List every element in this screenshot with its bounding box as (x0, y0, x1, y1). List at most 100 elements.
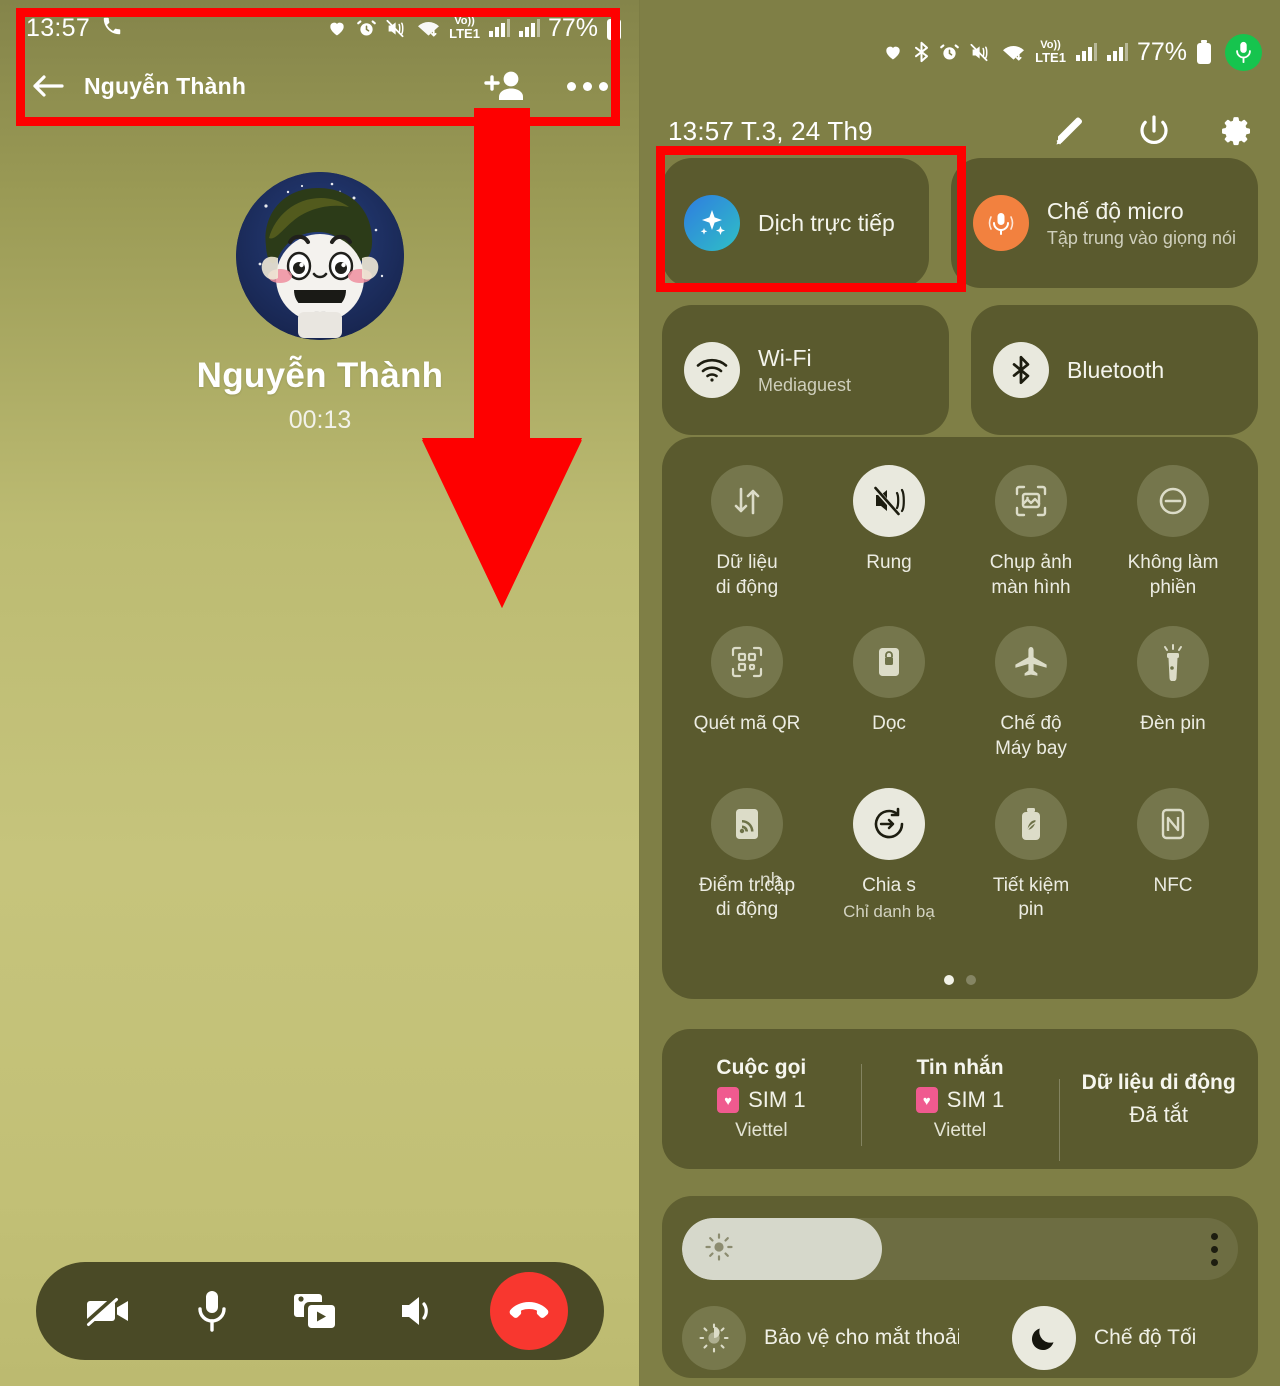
rotation-lock-icon (853, 626, 925, 699)
sim-value-row: ♥ SIM 1 (915, 1087, 1005, 1113)
tile-subtitle: Mediaguest (758, 374, 852, 395)
wifi-icon (684, 342, 740, 398)
tile-title: Chế độ micro (1046, 197, 1184, 224)
right-phone-quick-settings: Vo)) LTE1 77% 13:57 T.3, 24 Th9 Dịch trự… (640, 0, 1280, 1386)
qs-label: Quét mã QR (693, 713, 801, 735)
sim-value: Đã tắt (1129, 1101, 1189, 1127)
qs-vibrate[interactable]: Rung (818, 465, 960, 600)
power-icon[interactable] (1134, 111, 1174, 151)
qs-airplane-mode[interactable]: Chế độ Máy bay (960, 626, 1102, 761)
sim-value: SIM 1 (748, 1087, 806, 1112)
qs-mobile-data[interactable]: Dữ liệu di động (676, 465, 818, 600)
mute-vibrate-icon (853, 465, 925, 537)
qs-label: Rung (866, 552, 912, 573)
nfc-icon (1137, 787, 1209, 860)
qr-code-icon (711, 626, 783, 699)
share-media-icon[interactable] (284, 1280, 346, 1342)
sim-operator: Viettel (933, 1120, 987, 1141)
qs-screenshot[interactable]: Chụp ảnh màn hình (960, 465, 1102, 600)
qs-hotspot[interactable]: Điểm tr.cập di động (676, 787, 818, 923)
qs-qr-scan[interactable]: Quét mã QR (676, 626, 818, 761)
qs-label: Chế độ Máy bay (995, 713, 1067, 760)
brightness-slider[interactable] (682, 1218, 1238, 1280)
tile-wifi[interactable]: Wi-Fi Mediaguest (662, 305, 949, 435)
eye-comfort-sun-icon (682, 1306, 746, 1370)
gear-icon[interactable] (1218, 111, 1258, 151)
sim-mobile-data[interactable]: Dữ liệu di động Đã tắt (1059, 1071, 1258, 1161)
highlight-live-translate (656, 146, 966, 292)
sim-operator: Viettel (735, 1120, 788, 1141)
battery-leaf-icon (995, 787, 1067, 860)
brightness-sun-icon (704, 1232, 734, 1267)
sim-value-row: ♥ SIM 1 (717, 1087, 806, 1113)
airplane-icon (995, 626, 1067, 699)
sim-value: SIM 1 (946, 1087, 1005, 1112)
qs-label: NFC (1153, 874, 1193, 896)
alarm-icon (939, 42, 960, 63)
bottom-toggle-row: Bảo vệ cho mắt thoải ma Chế độ Tối (682, 1306, 1238, 1370)
speaker-icon[interactable] (387, 1280, 449, 1342)
left-phone-call-screen: 13:57 Vo)) LTE1 77% Nguyễn Thành Nguyễn … (0, 0, 640, 1386)
avatar (236, 172, 404, 340)
qs-do-not-disturb[interactable]: Không làm phiền (1102, 465, 1244, 600)
qs-label: Tiết kiệm pin (992, 874, 1070, 921)
microphone-icon (972, 195, 1029, 251)
sim-badge-icon: ♥ (915, 1087, 938, 1113)
screenshot-stage: 13:57 Vo)) LTE1 77% Nguyễn Thành Nguyễn … (0, 0, 1280, 1386)
qs-sublabel: Chỉ danh bạ (843, 902, 935, 922)
tile-bluetooth[interactable]: Bluetooth (971, 305, 1258, 435)
edit-pencil-icon[interactable] (1050, 111, 1090, 151)
qs-label: Không làm phiền (1127, 552, 1219, 598)
flashlight-icon (1137, 626, 1209, 699)
wifi-icon (1001, 42, 1026, 63)
qs-label: Dọc (872, 713, 906, 735)
battery-icon (1196, 40, 1212, 64)
sim-messages[interactable]: Tin nhắn ♥ SIM 1 Viettel (860, 1056, 1060, 1146)
sim-badge-icon: ♥ (717, 1087, 740, 1113)
qs-rotation-lock[interactable]: Dọc (818, 626, 960, 761)
quick-share-icon (853, 787, 925, 860)
tile-title: Bluetooth (1067, 356, 1165, 383)
hotspot-icon (711, 787, 783, 860)
data-transfer-icon (711, 465, 783, 537)
sim-status-panel: Cuộc gọi ♥ SIM 1 Viettel Tin nhắn ♥ SIM … (662, 1029, 1258, 1169)
qs-nfc[interactable]: NFC (1102, 787, 1244, 923)
call-control-dock (36, 1262, 604, 1360)
qs-label: Dữ liệu di động (715, 552, 779, 598)
quick-settings-grid: Dữ liệu di động Rung Chụp ảnh màn hình K… (676, 465, 1244, 923)
end-call-button[interactable] (490, 1272, 568, 1350)
toggle-dark-mode[interactable]: Chế độ Tối (1012, 1306, 1196, 1370)
header-datetime: 13:57 T.3, 24 Th9 (668, 115, 873, 146)
microphone-active-icon[interactable] (1225, 33, 1262, 71)
bluetooth-icon (993, 342, 1049, 398)
qs-label: Chia s (862, 874, 916, 896)
qs-label: Chụp ảnh màn hình (989, 552, 1073, 598)
big-tile-row-2: Wi-Fi Mediaguest Bluetooth (640, 305, 1280, 435)
header-actions (1050, 111, 1258, 151)
sim-calls[interactable]: Cuộc gọi ♥ SIM 1 Viettel (662, 1056, 861, 1142)
dnd-minus-icon (1137, 465, 1209, 537)
qs-ghost-label-left: nh (760, 869, 782, 891)
toggle-label: Bảo vệ cho mắt thoải ma (764, 1326, 959, 1349)
right-status-bar: Vo)) LTE1 77% (640, 0, 1280, 104)
more-vertical-icon[interactable] (1211, 1218, 1218, 1280)
toggle-label: Chế độ Tối (1094, 1326, 1197, 1349)
quick-settings-grid-panel: Dữ liệu di động Rung Chụp ảnh màn hình K… (662, 437, 1258, 999)
moon-icon (1012, 1306, 1076, 1370)
qs-power-saving[interactable]: Tiết kiệm pin (960, 787, 1102, 923)
heart-icon (882, 42, 904, 62)
tile-text: Bluetooth (1067, 357, 1164, 384)
microphone-icon[interactable] (181, 1280, 243, 1342)
qs-quick-share[interactable]: nh Chia s Chỉ danh bạ (760, 787, 960, 923)
page-dot-1[interactable] (944, 975, 954, 985)
tile-mic-mode[interactable]: Chế độ micro Tập trung vào giọng nói (950, 158, 1258, 288)
video-camera-off-icon[interactable] (78, 1280, 140, 1342)
qs-flashlight[interactable]: Đèn pin (1102, 626, 1244, 761)
page-dot-2[interactable] (966, 975, 976, 985)
tile-subtitle: Tập trung vào giọng nói (1046, 227, 1236, 248)
volte-icon: Vo)) LTE1 (1035, 39, 1066, 65)
toggle-eye-comfort[interactable]: Bảo vệ cho mắt thoải ma (682, 1306, 1012, 1370)
signal-sim1-icon (1075, 42, 1097, 62)
qs-label: Đèn pin (1140, 713, 1206, 735)
sim-heading: Cuộc gọi (716, 1056, 807, 1079)
